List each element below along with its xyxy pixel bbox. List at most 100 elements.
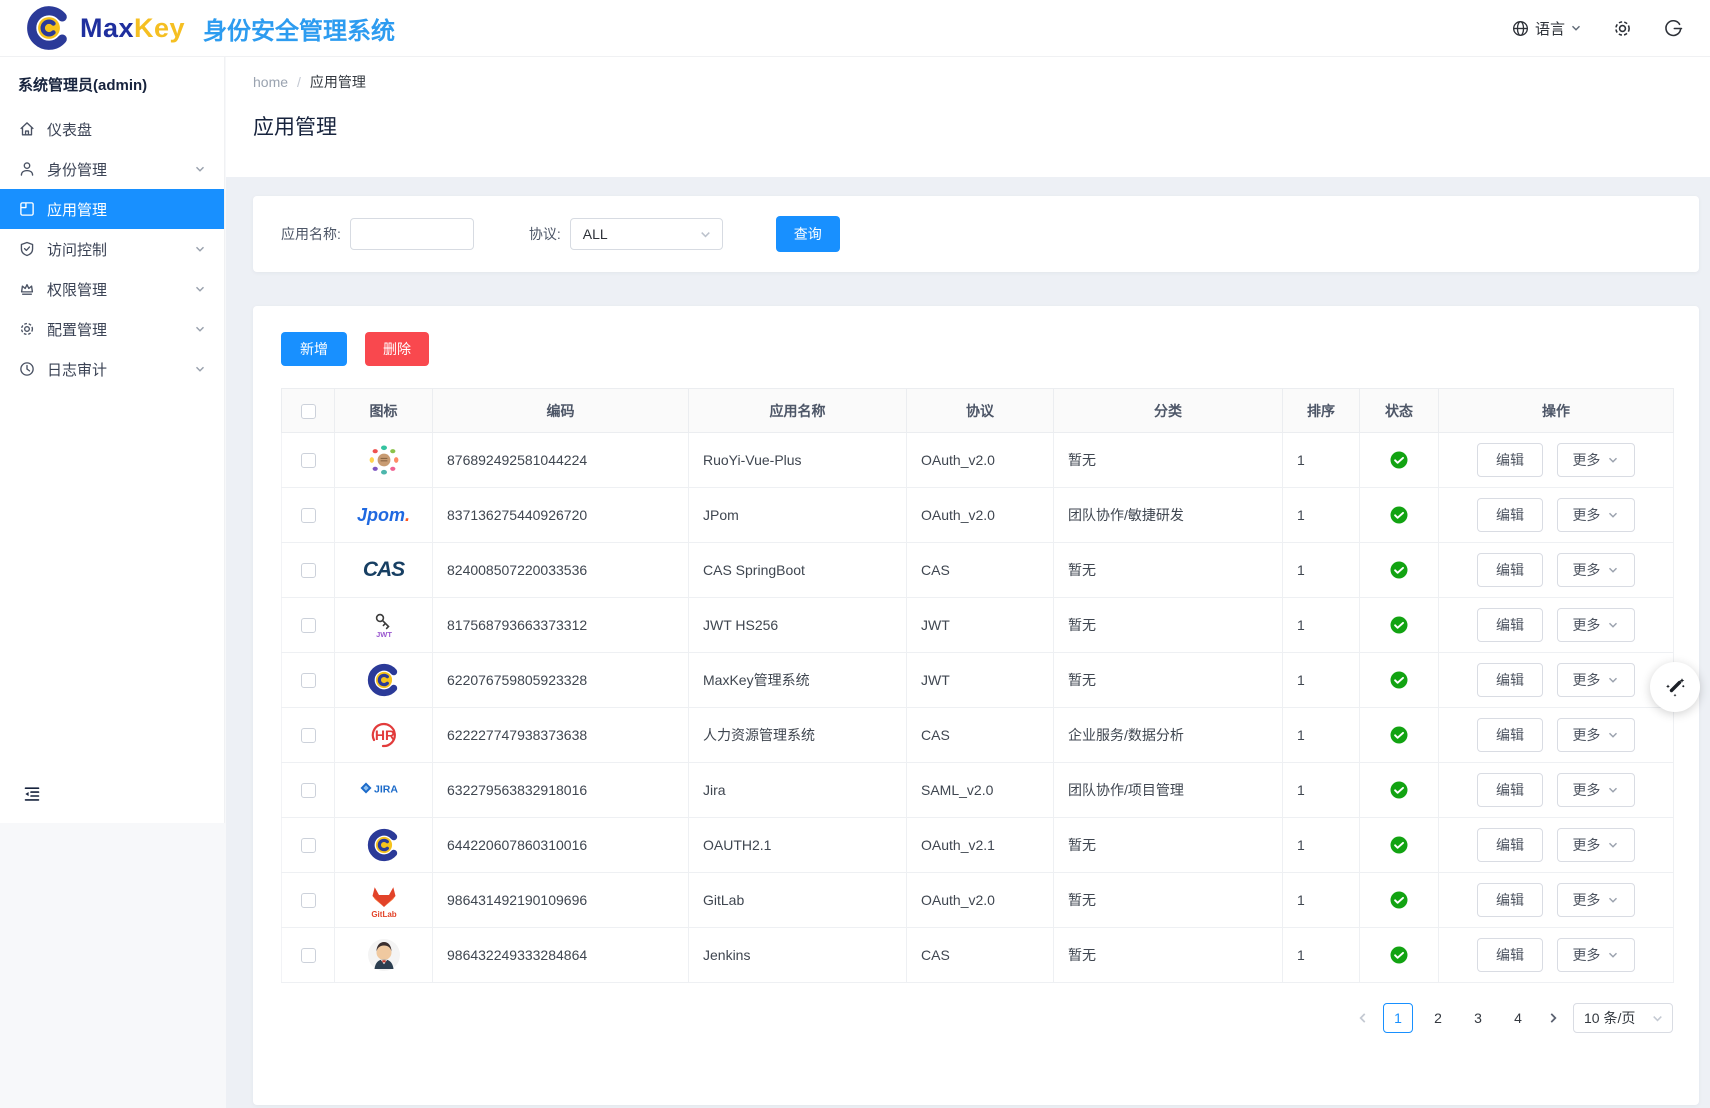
- brand-subtitle: 身份安全管理系统: [203, 11, 395, 46]
- logout-icon[interactable]: [1663, 18, 1684, 39]
- app-code: 837136275440926720: [433, 488, 689, 543]
- column-header-code: 编码: [433, 389, 689, 433]
- chevron-down-icon: [1651, 1012, 1664, 1025]
- brand[interactable]: MaxKey 身份安全管理系统: [26, 5, 395, 51]
- edit-button[interactable]: 编辑: [1477, 773, 1543, 807]
- row-checkbox[interactable]: [301, 453, 316, 468]
- breadcrumb-current: 应用管理: [310, 72, 366, 92]
- edit-button[interactable]: 编辑: [1477, 553, 1543, 587]
- collapse-menu-icon[interactable]: [22, 784, 42, 809]
- protocol-label: 协议:: [529, 224, 561, 244]
- delete-button[interactable]: 删除: [365, 332, 429, 366]
- app-protocol: OAuth_v2.0: [907, 433, 1054, 488]
- app-name: 人力资源管理系统: [689, 708, 907, 763]
- pagination-page-4[interactable]: 4: [1503, 1003, 1533, 1033]
- breadcrumb-home[interactable]: home: [253, 74, 288, 90]
- more-button[interactable]: 更多: [1557, 718, 1635, 752]
- edit-button[interactable]: 编辑: [1477, 443, 1543, 477]
- app-code: 632279563832918016: [433, 763, 689, 818]
- pagination-page-3[interactable]: 3: [1463, 1003, 1493, 1033]
- edit-button[interactable]: 编辑: [1477, 663, 1543, 697]
- more-button[interactable]: 更多: [1557, 553, 1635, 587]
- magic-wand-button[interactable]: [1650, 662, 1700, 712]
- pagination-next-icon[interactable]: [1543, 1011, 1563, 1025]
- app-protocol: CAS: [907, 928, 1054, 983]
- row-checkbox[interactable]: [301, 728, 316, 743]
- settings-gear-icon[interactable]: [1612, 18, 1633, 39]
- more-button[interactable]: 更多: [1557, 828, 1635, 862]
- app-sort: 1: [1283, 708, 1360, 763]
- more-button[interactable]: 更多: [1557, 883, 1635, 917]
- applications-table: 图标 编码 应用名称 协议 分类 排序 状态 操作 87689249258104…: [281, 388, 1674, 983]
- search-button[interactable]: 查询: [776, 216, 840, 252]
- app-category: 暂无: [1054, 543, 1283, 598]
- more-button[interactable]: 更多: [1557, 663, 1635, 697]
- chevron-down-icon: [194, 243, 206, 255]
- edit-button[interactable]: 编辑: [1477, 718, 1543, 752]
- row-checkbox[interactable]: [301, 948, 316, 963]
- clock-icon: [18, 360, 36, 378]
- sidebar-item-audit[interactable]: 日志审计: [0, 349, 224, 389]
- select-all-checkbox[interactable]: [301, 404, 316, 419]
- more-button[interactable]: 更多: [1557, 773, 1635, 807]
- sidebar-item-permissions[interactable]: 权限管理: [0, 269, 224, 309]
- svg-text:JWT: JWT: [376, 630, 392, 639]
- app-name: JPom: [689, 488, 907, 543]
- more-button[interactable]: 更多: [1557, 938, 1635, 972]
- more-button[interactable]: 更多: [1557, 608, 1635, 642]
- pagination-page-2[interactable]: 2: [1423, 1003, 1453, 1033]
- sidebar: 系统管理员(admin) 仪表盘 身份管理 应用管理: [0, 57, 225, 823]
- row-checkbox[interactable]: [301, 563, 316, 578]
- row-checkbox[interactable]: [301, 618, 316, 633]
- row-checkbox[interactable]: [301, 783, 316, 798]
- pagination-page-1[interactable]: 1: [1383, 1003, 1413, 1033]
- chevron-down-icon: [194, 163, 206, 175]
- more-button[interactable]: 更多: [1557, 443, 1635, 477]
- app-category: 暂无: [1054, 598, 1283, 653]
- app-name-label: 应用名称:: [281, 224, 341, 244]
- edit-button[interactable]: 编辑: [1477, 883, 1543, 917]
- protocol-select-value: ALL: [583, 226, 608, 242]
- breadcrumb-separator: /: [297, 74, 301, 90]
- more-button[interactable]: 更多: [1557, 498, 1635, 532]
- chevron-down-icon: [194, 323, 206, 335]
- sidebar-item-apps[interactable]: 应用管理: [0, 189, 224, 229]
- app-name: RuoYi-Vue-Plus: [689, 433, 907, 488]
- app-category: 团队协作/项目管理: [1054, 763, 1283, 818]
- row-checkbox[interactable]: [301, 838, 316, 853]
- sidebar-item-identity[interactable]: 身份管理: [0, 149, 224, 189]
- app-logo-icon: Jpom.: [335, 505, 432, 526]
- edit-button[interactable]: 编辑: [1477, 498, 1543, 532]
- sidebar-item-configuration[interactable]: 配置管理: [0, 309, 224, 349]
- sidebar-item-access-control[interactable]: 访问控制: [0, 229, 224, 269]
- table-row: 622076759805923328 MaxKey管理系统 JWT 暂无 1 编…: [282, 653, 1674, 708]
- app-logo-icon: [335, 828, 432, 862]
- protocol-select[interactable]: ALL: [570, 218, 723, 250]
- app-code: 876892492581044224: [433, 433, 689, 488]
- status-enabled-icon: [1390, 671, 1408, 689]
- sidebar-item-dashboard[interactable]: 仪表盘: [0, 109, 224, 149]
- app-name: Jira: [689, 763, 907, 818]
- app-sort: 1: [1283, 928, 1360, 983]
- app-category: 暂无: [1054, 928, 1283, 983]
- globe-icon: [1511, 19, 1530, 38]
- add-button[interactable]: 新增: [281, 332, 347, 366]
- edit-button[interactable]: 编辑: [1477, 938, 1543, 972]
- row-checkbox[interactable]: [301, 893, 316, 908]
- pagination-prev-icon[interactable]: [1353, 1011, 1373, 1025]
- edit-button[interactable]: 编辑: [1477, 828, 1543, 862]
- row-checkbox[interactable]: [301, 673, 316, 688]
- app-protocol: JWT: [907, 598, 1054, 653]
- svg-text:HR: HR: [374, 727, 394, 743]
- edit-button[interactable]: 编辑: [1477, 608, 1543, 642]
- sidebar-item-label: 日志审计: [47, 359, 107, 380]
- app-sort: 1: [1283, 763, 1360, 818]
- column-header-name: 应用名称: [689, 389, 907, 433]
- sidebar-item-label: 仪表盘: [47, 119, 92, 140]
- row-checkbox[interactable]: [301, 508, 316, 523]
- app-name-input[interactable]: [350, 218, 474, 250]
- language-switcher[interactable]: 语言: [1511, 18, 1582, 39]
- app-name: OAUTH2.1: [689, 818, 907, 873]
- app-protocol: OAuth_v2.1: [907, 818, 1054, 873]
- page-size-select[interactable]: 10 条/页: [1573, 1003, 1673, 1033]
